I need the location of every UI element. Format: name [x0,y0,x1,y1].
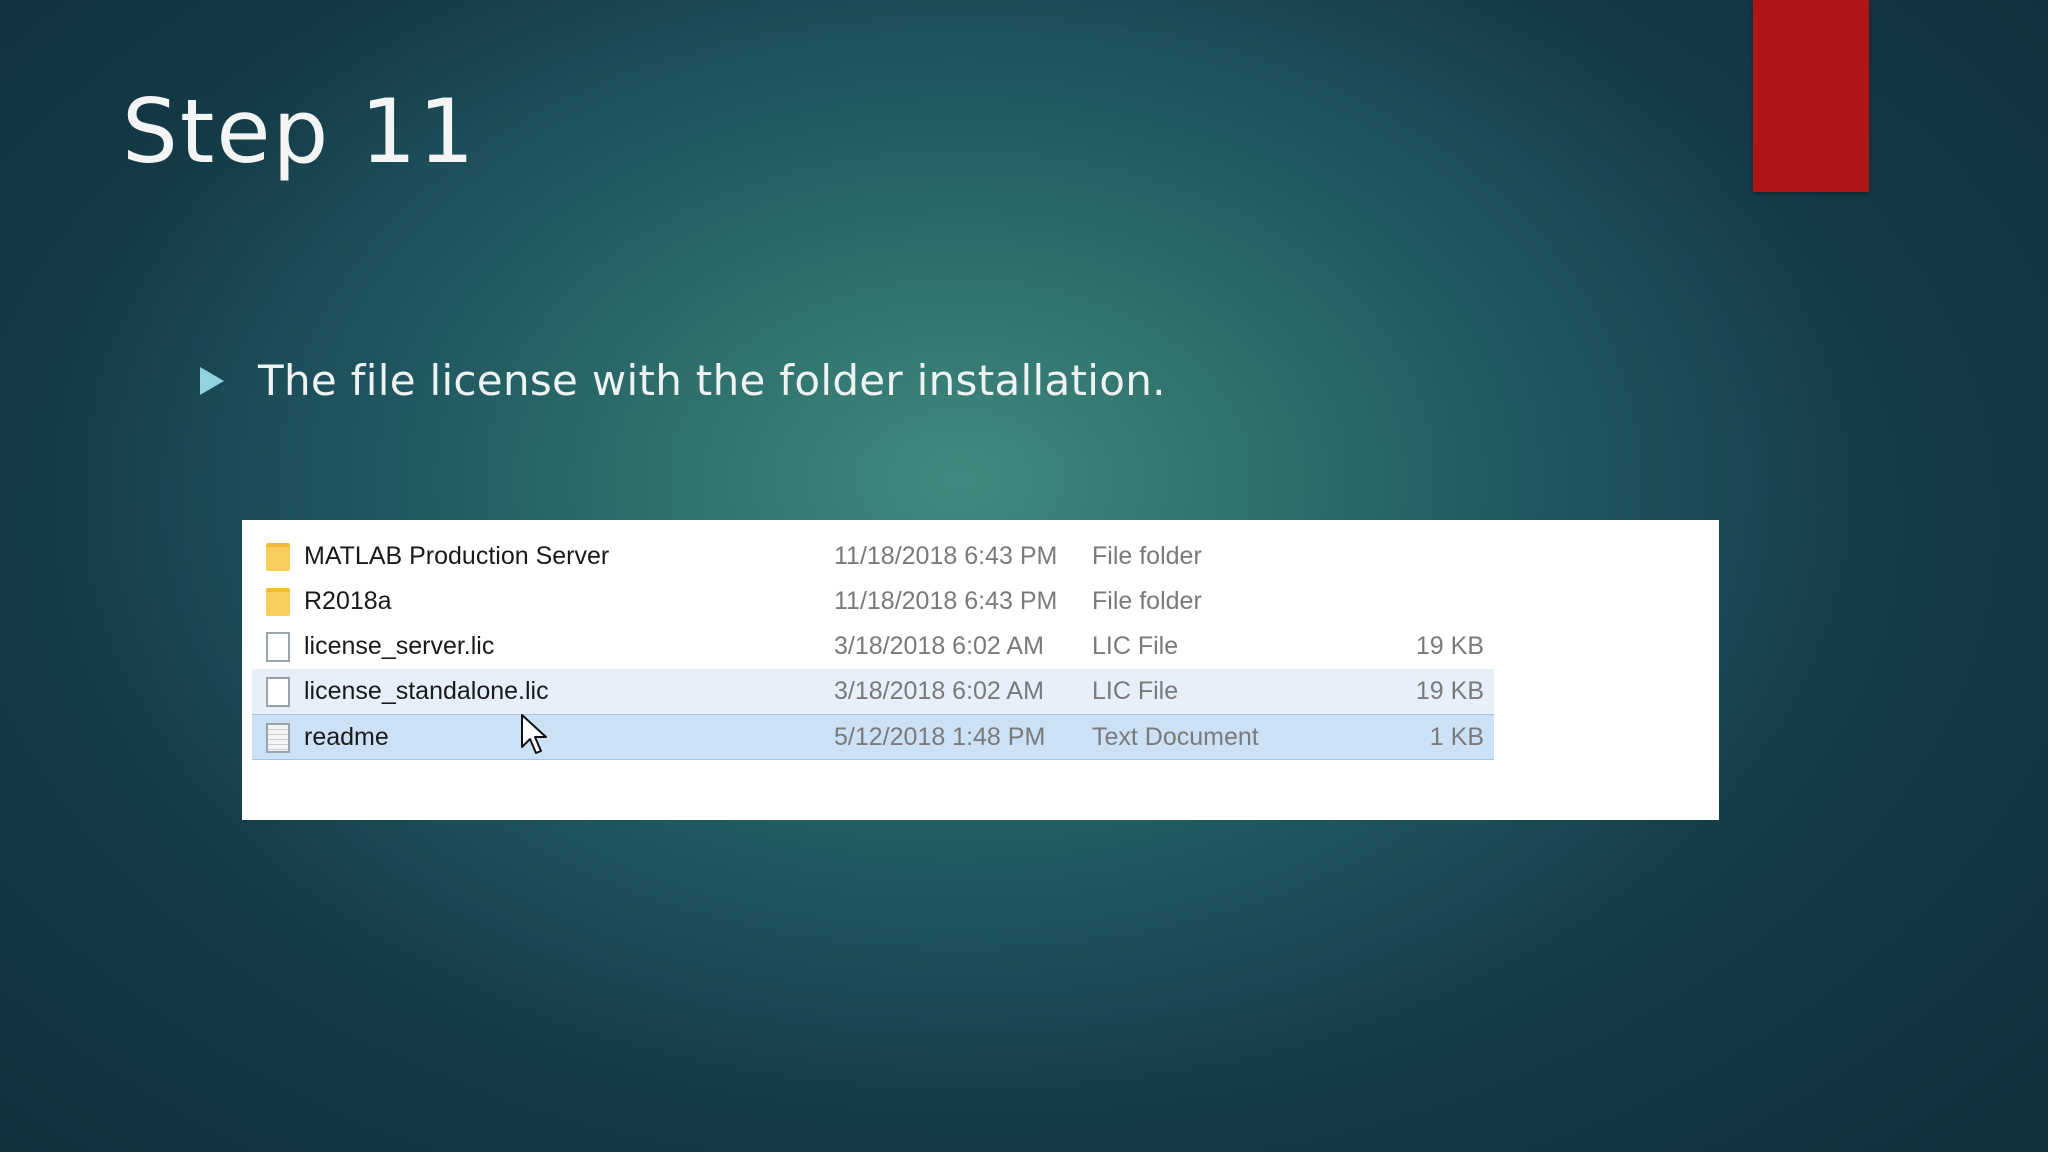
bullet-text: The file license with the folder install… [258,356,1166,405]
file-name: readme [304,722,389,751]
file-explorer-screenshot: MATLAB Production Server 11/18/2018 6:43… [242,520,1719,820]
file-type: LIC File [1092,677,1179,705]
file-size: 19 KB [1415,677,1484,705]
bullet-triangle-icon [200,366,224,395]
file-name: license_server.lic [304,632,495,660]
file-date-modified: 11/18/2018 6:43 PM [834,542,1058,570]
file-date-modified: 3/18/2018 6:02 AM [834,677,1044,705]
file-type: Text Document [1092,722,1259,751]
file-type: File folder [1092,587,1202,615]
file-type: File folder [1092,542,1202,570]
file-name: MATLAB Production Server [304,542,610,570]
file-date-modified: 3/18/2018 6:02 AM [834,632,1044,660]
bullet-item: The file license with the folder install… [200,356,1166,405]
accent-bar [1753,0,1869,192]
file-icon [266,632,290,662]
file-row-license-standalone[interactable]: license_standalone.lic 3/18/2018 6:02 AM… [252,669,1494,714]
file-type: LIC File [1092,632,1179,660]
file-row-readme[interactable]: readme 5/12/2018 1:48 PM Text Document 1… [252,714,1494,760]
file-row-license-server[interactable]: license_server.lic 3/18/2018 6:02 AM LIC… [252,624,1494,669]
file-date-modified: 5/12/2018 1:48 PM [834,722,1046,751]
file-name: R2018a [304,587,392,615]
folder-icon [266,588,290,616]
file-size: 19 KB [1415,632,1484,660]
file-name: license_standalone.lic [304,677,549,705]
file-icon [266,677,290,707]
file-list: MATLAB Production Server 11/18/2018 6:43… [252,534,1494,760]
file-date-modified: 11/18/2018 6:43 PM [834,587,1058,615]
slide-title: Step 11 [122,80,477,183]
file-size: 1 KB [1429,722,1484,751]
text-document-icon [266,723,290,753]
file-row-matlab-production-server[interactable]: MATLAB Production Server 11/18/2018 6:43… [252,534,1494,579]
mouse-pointer-icon [521,714,547,754]
folder-icon [266,543,290,571]
file-row-r2018a[interactable]: R2018a 11/18/2018 6:43 PM File folder [252,579,1494,624]
